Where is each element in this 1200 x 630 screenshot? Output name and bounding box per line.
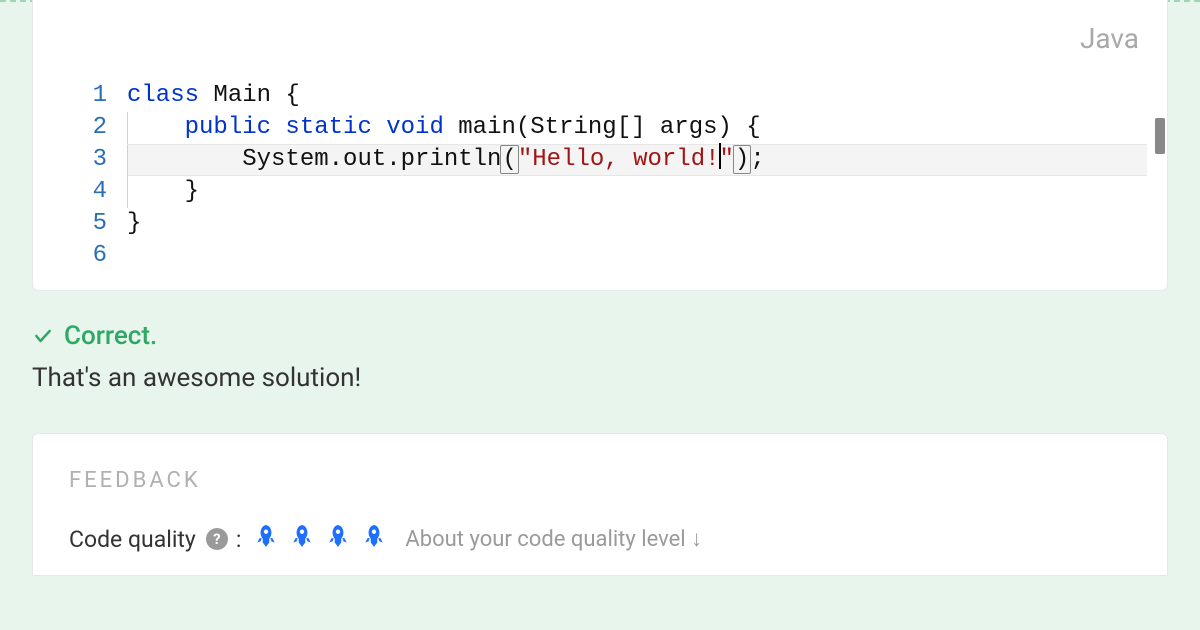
status-line: Correct. <box>32 321 1168 351</box>
status-text: Correct. <box>64 321 157 351</box>
info-icon[interactable]: ? <box>206 528 228 550</box>
line-number: 2 <box>33 112 107 144</box>
line-number: 3 <box>33 144 107 176</box>
result-panel: Correct. That's an awesome solution! <box>0 291 1200 405</box>
feedback-heading: FEEDBACK <box>69 468 1131 493</box>
scrollbar-thumb[interactable] <box>1155 118 1165 154</box>
line-number: 5 <box>33 208 107 240</box>
code-line[interactable]: class Main { <box>127 80 1147 112</box>
line-number: 6 <box>33 240 107 272</box>
feedback-card: FEEDBACK Code quality ? : About your cod… <box>32 433 1168 576</box>
check-icon <box>32 325 54 347</box>
line-number: 1 <box>33 80 107 112</box>
code-content[interactable]: class Main { public static void main(Str… <box>127 80 1167 272</box>
line-number: 4 <box>33 176 107 208</box>
code-line-active[interactable]: System.out.println("Hello, world!"); <box>127 144 1147 176</box>
rocket-icon <box>361 523 387 555</box>
line-number-gutter: 1 2 3 4 5 6 <box>33 80 127 272</box>
language-label: Java <box>1080 22 1139 55</box>
rocket-icon <box>325 523 351 555</box>
code-line[interactable]: } <box>127 208 1147 240</box>
quality-label: Code quality <box>69 526 196 553</box>
rocket-icon <box>253 523 279 555</box>
result-message: That's an awesome solution! <box>32 363 1168 393</box>
code-line[interactable]: } <box>127 176 1147 208</box>
rocket-icon <box>289 523 315 555</box>
code-quality-row: Code quality ? : About your code quality… <box>69 523 1131 555</box>
code-line[interactable] <box>127 240 1147 272</box>
about-quality-link[interactable]: About your code quality level ↓ <box>405 526 702 552</box>
code-editor[interactable]: 1 2 3 4 5 6 class Main { public static v… <box>33 0 1167 272</box>
quality-rockets <box>253 523 387 555</box>
colon: : <box>236 526 242 553</box>
code-line[interactable]: public static void main(String[] args) { <box>127 112 1147 144</box>
code-editor-card: Java 1 2 3 4 5 6 class Main { public sta… <box>32 0 1168 291</box>
